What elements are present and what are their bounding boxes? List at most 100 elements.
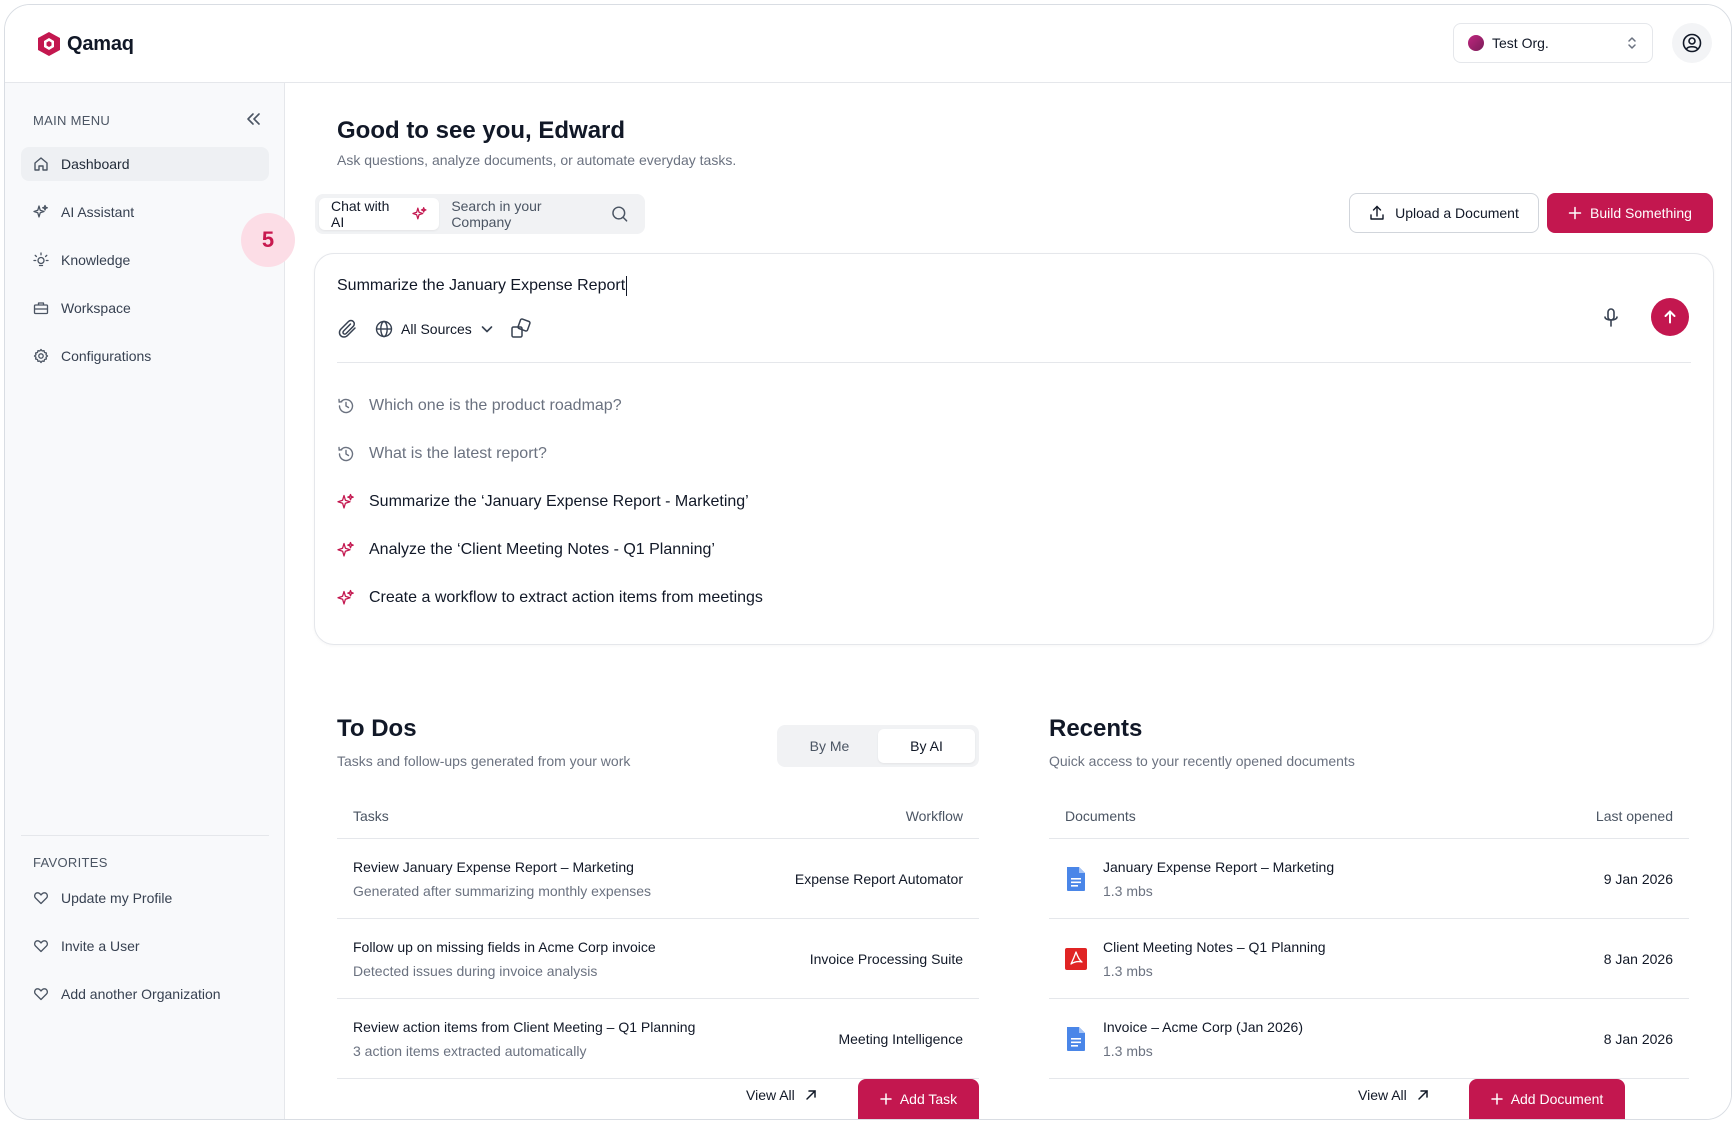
add-document-label: Add Document xyxy=(1510,1091,1604,1107)
main-nav: Dashboard AI Assistant Knowledge Workspa… xyxy=(21,147,269,387)
sidebar-item-label: Configurations xyxy=(61,348,152,364)
heart-icon xyxy=(34,988,48,1001)
filter-by-me[interactable]: By Me xyxy=(781,729,878,763)
arrow-up-icon xyxy=(1664,310,1676,324)
task-subtitle: Generated after summarizing monthly expe… xyxy=(353,882,652,899)
task-title: Follow up on missing fields in Acme Corp… xyxy=(353,938,656,955)
task-info: Review action items from Client Meeting … xyxy=(353,1019,695,1059)
microphone-icon[interactable] xyxy=(1601,307,1621,329)
table-row[interactable]: Client Meeting Notes – Q1 Planning 1.3 m… xyxy=(1049,919,1689,999)
col-documents: Documents xyxy=(1065,807,1136,824)
todos-filter: By Me By AI xyxy=(777,725,979,767)
task-workflow: Invoice Processing Suite xyxy=(809,950,963,967)
mode-search-company[interactable]: Search in your Company xyxy=(439,198,641,230)
upload-label: Upload a Document xyxy=(1395,205,1519,221)
org-avatar xyxy=(1468,35,1484,51)
doc-size: 1.3 mbs xyxy=(1103,962,1153,979)
chat-tools: All Sources xyxy=(337,318,532,340)
send-button[interactable] xyxy=(1651,298,1689,336)
shapes-icon[interactable] xyxy=(510,318,532,340)
table-row[interactable]: Review January Expense Report – Marketin… xyxy=(337,839,979,919)
favorite-invite-user[interactable]: Invite a User xyxy=(21,929,269,963)
arrow-up-right-icon xyxy=(806,1090,816,1100)
text-caret xyxy=(626,276,628,296)
sidebar-item-knowledge[interactable]: Knowledge xyxy=(21,243,269,277)
suggestion-item[interactable]: What is the latest report? xyxy=(337,430,1677,478)
task-info: Review January Expense Report – Marketin… xyxy=(353,859,651,899)
suggestion-list: Which one is the product roadmap? What i… xyxy=(337,382,1677,622)
table-row[interactable]: January Expense Report – Marketing 1.3 m… xyxy=(1049,839,1689,919)
sources-dropdown[interactable]: All Sources xyxy=(375,320,494,338)
doc-title: January Expense Report – Marketing xyxy=(1103,858,1335,875)
paperclip-icon[interactable] xyxy=(337,318,359,340)
doc-date: 8 Jan 2026 xyxy=(1603,950,1673,967)
task-workflow: Expense Report Automator xyxy=(794,870,963,887)
sparkle-icon xyxy=(412,207,427,220)
table-row[interactable]: Invoice – Acme Corp (Jan 2026) 1.3 mbs 8… xyxy=(1049,999,1689,1079)
table-row[interactable]: Review action items from Client Meeting … xyxy=(337,999,979,1079)
build-label: Build Something xyxy=(1590,205,1692,221)
collapse-sidebar-icon[interactable] xyxy=(243,109,263,129)
org-selector[interactable]: Test Org. xyxy=(1453,23,1653,63)
sidebar-item-dashboard[interactable]: Dashboard xyxy=(21,147,269,181)
suggestion-item[interactable]: Create a workflow to extract action item… xyxy=(337,574,1677,622)
doc-date: 9 Jan 2026 xyxy=(1603,870,1673,887)
build-something-button[interactable]: Build Something xyxy=(1547,193,1713,233)
sidebar-item-workspace[interactable]: Workspace xyxy=(21,291,269,325)
doc-title: Invoice – Acme Corp (Jan 2026) xyxy=(1103,1018,1303,1035)
doc-info: Client Meeting Notes – Q1 Planning 1.3 m… xyxy=(1065,939,1326,979)
chat-card: Summarize the January Expense Report All… xyxy=(314,253,1714,645)
heart-icon xyxy=(34,892,48,905)
sidebar-item-label: Dashboard xyxy=(61,156,130,172)
suggestion-item[interactable]: Summarize the ‘January Expense Report - … xyxy=(337,478,1677,526)
filter-by-ai[interactable]: By AI xyxy=(878,729,975,763)
plus-icon xyxy=(1568,206,1582,220)
upload-document-button[interactable]: Upload a Document xyxy=(1349,193,1539,233)
recents-view-all-link[interactable]: View All xyxy=(1358,1087,1429,1103)
suggestion-item[interactable]: Which one is the product roadmap? xyxy=(337,382,1677,430)
plus-icon xyxy=(880,1093,892,1105)
chat-divider xyxy=(337,362,1691,363)
chat-input[interactable]: Summarize the January Expense Report xyxy=(337,276,628,296)
table-header: Documents Last opened xyxy=(1049,793,1689,839)
view-all-label: View All xyxy=(1358,1087,1407,1103)
suggestion-item[interactable]: Analyze the ‘Client Meeting Notes - Q1 P… xyxy=(337,526,1677,574)
mode-toggle: Chat with AI Search in your Company xyxy=(315,194,645,234)
suggestion-text: What is the latest report? xyxy=(369,445,547,462)
logo-text: Qamaq xyxy=(67,32,134,55)
add-task-label: Add Task xyxy=(899,1091,958,1107)
sidebar-item-ai-assistant[interactable]: AI Assistant xyxy=(21,195,269,229)
sources-label: All Sources xyxy=(401,321,472,337)
mode-chat-with-ai[interactable]: Chat with AI xyxy=(319,198,440,230)
col-last-opened: Last opened xyxy=(1595,807,1673,824)
add-document-button[interactable]: Add Document xyxy=(1469,1079,1625,1119)
doc-size: 1.3 mbs xyxy=(1103,882,1153,899)
todos-view-all-link[interactable]: View All xyxy=(746,1087,817,1103)
app-window: Qamaq Test Org. MAIN MENU Dashboard AI A… xyxy=(4,4,1732,1120)
step-badge: 5 xyxy=(241,213,295,267)
profile-button[interactable] xyxy=(1672,23,1712,63)
doc-info: January Expense Report – Marketing 1.3 m… xyxy=(1065,859,1334,899)
sparkle-icon xyxy=(33,204,48,218)
chat-input-value: Summarize the January Expense Report xyxy=(337,277,626,295)
top-header: Qamaq Test Org. xyxy=(5,5,1731,83)
task-subtitle: 3 action items extracted automatically xyxy=(353,1042,587,1059)
table-row[interactable]: Follow up on missing fields in Acme Corp… xyxy=(337,919,979,999)
arrow-up-right-icon xyxy=(1418,1090,1428,1100)
doc-info: Invoice – Acme Corp (Jan 2026) 1.3 mbs xyxy=(1065,1019,1303,1059)
logo[interactable]: Qamaq xyxy=(37,31,134,57)
sidebar-item-configurations[interactable]: Configurations xyxy=(21,339,269,373)
mode-search-label: Search in your Company xyxy=(451,198,542,230)
add-task-button[interactable]: Add Task xyxy=(858,1079,979,1119)
suggestion-text: Analyze the ‘Client Meeting Notes - Q1 P… xyxy=(369,541,715,558)
favorite-add-organization[interactable]: Add another Organization xyxy=(21,977,269,1011)
task-workflow: Meeting Intelligence xyxy=(838,1030,963,1047)
lightbulb-icon xyxy=(33,252,49,267)
favorite-update-profile[interactable]: Update my Profile xyxy=(21,881,269,915)
mode-chat-label: Chat with AI xyxy=(331,198,390,230)
favorite-label: Update my Profile xyxy=(61,890,173,906)
chevron-up-down-icon xyxy=(1628,37,1636,49)
task-subtitle: Detected issues during invoice analysis xyxy=(353,962,598,979)
todos-subtitle: Tasks and follow-ups generated from your… xyxy=(337,753,631,769)
main-content: Good to see you, Edward Ask questions, a… xyxy=(286,83,1731,1119)
